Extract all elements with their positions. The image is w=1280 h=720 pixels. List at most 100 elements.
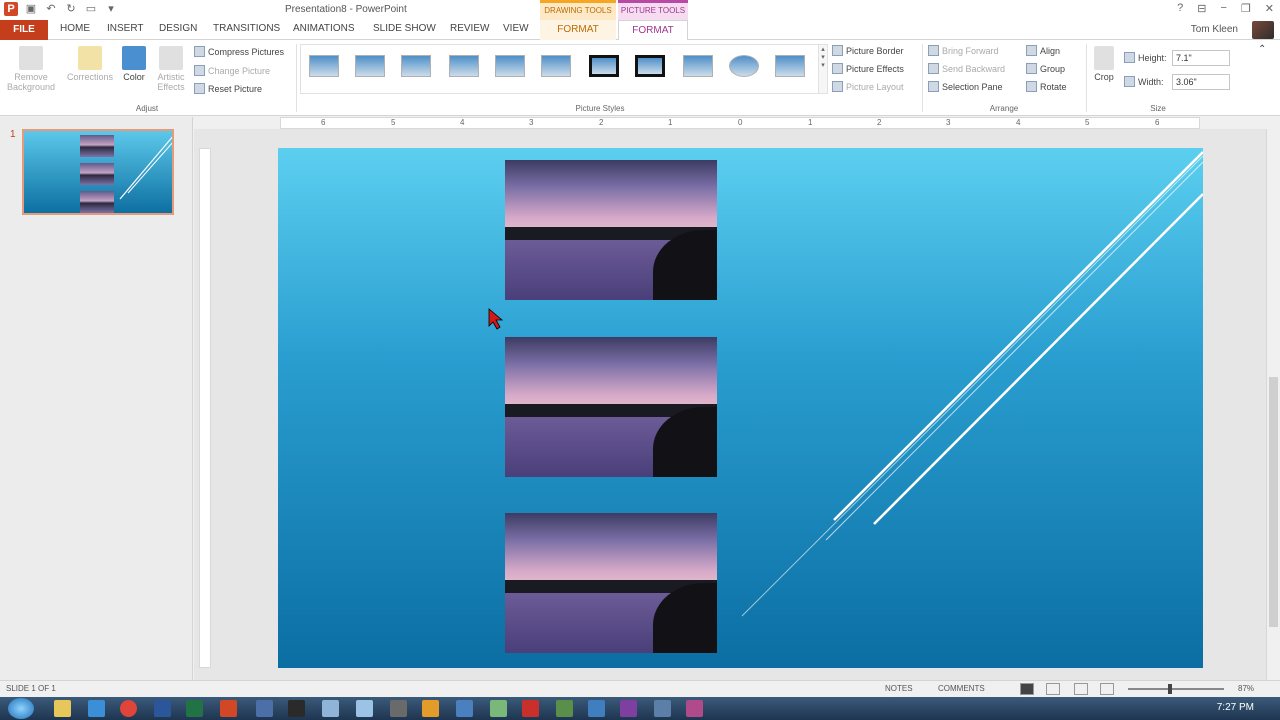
app-icon[interactable] (686, 700, 703, 717)
chrome-icon[interactable] (120, 700, 137, 717)
vertical-scrollbar[interactable] (1266, 129, 1280, 680)
picture-layout-icon (832, 81, 843, 92)
notes-button[interactable]: NOTES (885, 684, 913, 693)
zoom-slider[interactable] (1128, 688, 1224, 690)
app-icon[interactable] (588, 700, 605, 717)
send-backward-button[interactable]: Send Backward (928, 63, 1005, 74)
selection-pane-button[interactable]: Selection Pane (928, 81, 1003, 92)
powerpoint-logo-icon[interactable]: P (4, 2, 18, 16)
ruler-tick: 2 (599, 118, 604, 127)
group-separator (922, 44, 923, 112)
picture-style-thumb[interactable] (541, 55, 571, 77)
picture-style-thumb[interactable] (635, 55, 665, 77)
tab-file[interactable]: FILE (0, 20, 48, 40)
height-input[interactable]: 7.1" (1172, 50, 1230, 66)
rotate-button[interactable]: Rotate (1026, 81, 1067, 92)
app-icon[interactable] (390, 700, 407, 717)
crop-button[interactable]: Crop (1090, 46, 1118, 82)
tab-design[interactable]: DESIGN (159, 23, 197, 34)
tab-animations[interactable]: ANIMATIONS (293, 23, 354, 34)
app-icon[interactable] (422, 700, 439, 717)
picture-style-thumb[interactable] (309, 55, 339, 77)
ribbon-display-options-icon[interactable]: ⊟ (1197, 2, 1206, 15)
app-icon[interactable] (356, 700, 373, 717)
powerpoint-taskbar-icon[interactable] (220, 700, 237, 717)
bring-forward-button[interactable]: Bring Forward (928, 45, 999, 56)
excel-icon[interactable] (186, 700, 203, 717)
app-icon[interactable] (322, 700, 339, 717)
picture-styles-gallery[interactable] (300, 44, 820, 94)
onenote-icon[interactable] (620, 700, 637, 717)
remove-background-icon (19, 46, 43, 70)
picture-layout-button[interactable]: Picture Layout (832, 81, 904, 92)
picture-effects-button[interactable]: Picture Effects (832, 63, 904, 74)
start-button[interactable] (8, 698, 34, 719)
user-name[interactable]: Tom Kleen (1191, 24, 1238, 35)
picture-style-thumb[interactable] (355, 55, 385, 77)
ruler-tick: 3 (946, 118, 951, 127)
picture-style-thumb[interactable] (729, 55, 759, 77)
app-icon[interactable] (456, 700, 473, 717)
app-icon[interactable] (256, 700, 273, 717)
picture-style-thumb[interactable] (775, 55, 805, 77)
change-picture-button[interactable]: Change Picture (194, 65, 270, 76)
app-icon[interactable] (288, 700, 305, 717)
tab-format-drawing[interactable]: FORMAT (540, 20, 616, 40)
picture-style-thumb[interactable] (401, 55, 431, 77)
compress-pictures-button[interactable]: Compress Pictures (194, 46, 284, 57)
word-icon[interactable] (154, 700, 171, 717)
app-icon[interactable] (490, 700, 507, 717)
avatar[interactable] (1252, 21, 1274, 39)
reset-picture-button[interactable]: Reset Picture (194, 83, 262, 94)
picture-style-thumb[interactable] (449, 55, 479, 77)
corrections-button[interactable]: Corrections (64, 46, 116, 82)
gallery-more-icon[interactable]: ▴ ▾ ▾ (818, 44, 828, 94)
slide-count: SLIDE 1 OF 1 (6, 684, 56, 693)
redo-icon[interactable]: ↻ (64, 2, 78, 16)
file-explorer-icon[interactable] (54, 700, 71, 717)
acrobat-icon[interactable] (522, 700, 539, 717)
width-input[interactable]: 3.06" (1172, 74, 1230, 90)
scrollbar-thumb[interactable] (1269, 377, 1278, 627)
slide-sorter-view-button[interactable] (1046, 683, 1060, 695)
app-icon[interactable] (556, 700, 573, 717)
reading-view-button[interactable] (1074, 683, 1088, 695)
collapse-ribbon-icon[interactable]: ⌃ (1258, 44, 1266, 55)
group-button[interactable]: Group (1026, 63, 1065, 74)
remove-background-button[interactable]: Remove Background (4, 46, 58, 92)
slide-show-view-button[interactable] (1100, 683, 1114, 695)
system-clock[interactable]: 7:27 PM (1217, 702, 1254, 713)
normal-view-button[interactable] (1020, 683, 1034, 695)
ruler-tick: 5 (1085, 118, 1090, 127)
help-button[interactable]: ? (1177, 2, 1183, 15)
slide[interactable] (278, 148, 1203, 668)
customize-qat-icon[interactable]: ▾ (104, 2, 118, 16)
tab-slide-show[interactable]: SLIDE SHOW (373, 23, 436, 34)
tab-view[interactable]: VIEW (503, 23, 529, 34)
tab-transitions[interactable]: TRANSITIONS (213, 23, 280, 34)
slide-thumbnail[interactable] (22, 129, 174, 215)
picture-style-thumb[interactable] (589, 55, 619, 77)
tab-format-picture[interactable]: FORMAT (618, 20, 688, 41)
present-from-beginning-icon[interactable]: ▭ (84, 2, 98, 16)
tab-review[interactable]: REVIEW (450, 23, 489, 34)
zoom-slider-thumb[interactable] (1168, 684, 1172, 694)
comments-button[interactable]: COMMENTS (938, 684, 985, 693)
close-button[interactable]: ✕ (1265, 2, 1274, 15)
tab-home[interactable]: HOME (60, 23, 90, 34)
ruler-tick: 1 (808, 118, 813, 127)
save-icon[interactable]: ▣ (24, 2, 38, 16)
picture-style-thumb[interactable] (683, 55, 713, 77)
picture-style-thumb[interactable] (495, 55, 525, 77)
internet-explorer-icon[interactable] (88, 700, 105, 717)
zoom-level[interactable]: 87% (1238, 684, 1254, 693)
restore-button[interactable]: ❐ (1241, 2, 1251, 15)
artistic-effects-button[interactable]: Artistic Effects (152, 46, 190, 92)
picture-border-button[interactable]: Picture Border (832, 45, 904, 56)
tab-insert[interactable]: INSERT (107, 23, 144, 34)
align-button[interactable]: Align (1026, 45, 1060, 56)
app-icon[interactable] (654, 700, 671, 717)
minimize-button[interactable]: − (1220, 2, 1226, 15)
color-button[interactable]: Color (118, 46, 150, 82)
undo-icon[interactable]: ↶ (44, 2, 58, 16)
